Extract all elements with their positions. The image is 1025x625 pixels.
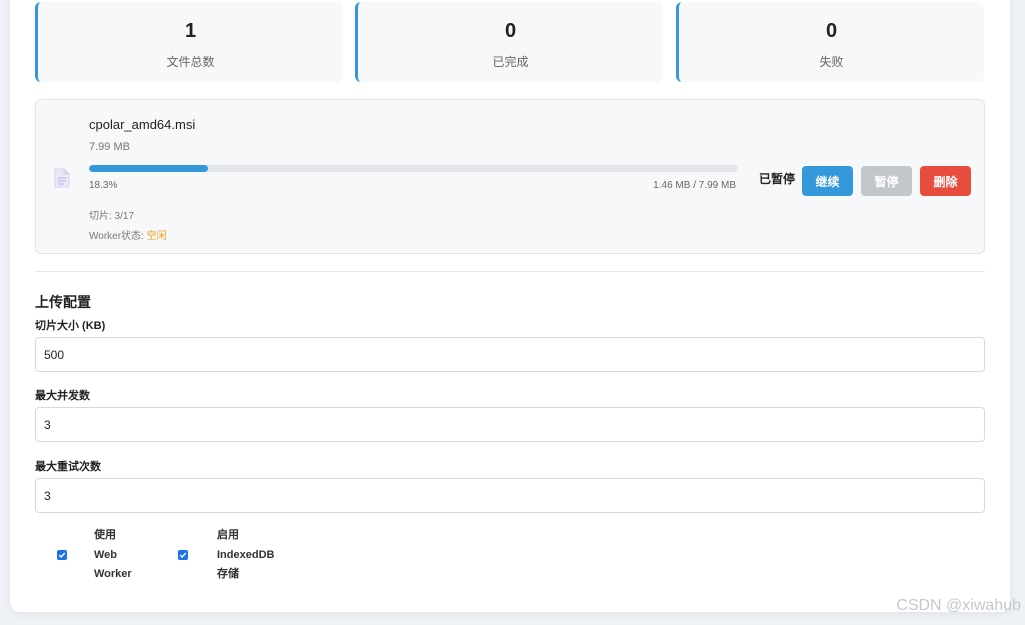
upload-status: 已暂停 [759,172,796,186]
indexeddb-label-line: 存储 [217,568,239,580]
check-icon [179,552,187,559]
max-concurrency-label: 最大并发数 [35,390,90,402]
progress-bar [89,165,738,172]
web-worker-label-line: 使用 [94,529,116,541]
stat-label: 文件总数 [166,55,215,69]
progress-fill [89,165,208,172]
web-worker-label-line: Web [94,548,118,561]
worker-status: Worker状态: 空闲 [89,227,167,242]
transferred-size: 1.46 MB / 7.99 MB [653,180,736,191]
web-worker-label: 使用 Web Worker [94,526,132,585]
pause-button[interactable]: 暂停 [861,166,912,196]
stat-completed: 0 已完成 [355,2,663,82]
stat-failed: 0 失败 [676,2,984,82]
chunk-count: 切片: 3/17 [89,211,135,222]
file-name: cpolar_amd64.msi [89,117,196,132]
file-size: 7.99 MB [89,141,130,153]
delete-button[interactable]: 删除 [920,166,971,196]
worker-state: 空闲 [146,231,167,242]
stat-value: 0 [825,20,838,42]
stat-label: 已完成 [492,55,529,69]
stat-value: 1 [184,20,197,42]
web-worker-checkbox[interactable] [57,550,67,560]
indexeddb-label-line: IndexedDB [217,548,275,561]
web-worker-label-line: Worker [94,568,132,580]
chunk-size-input[interactable] [35,337,985,372]
section-divider [35,271,985,272]
indexeddb-label-line: 启用 [217,529,239,541]
stat-total-files: 1 文件总数 [35,2,343,82]
stat-value: 0 [504,20,517,42]
indexeddb-checkbox[interactable] [178,550,188,560]
document-icon [54,168,70,188]
max-concurrency-input[interactable] [35,407,985,442]
progress-percent: 18.3% [89,180,118,191]
file-item: cpolar_amd64.msi 7.99 MB 18.3% 1.46 MB /… [35,99,985,254]
stat-label: 失败 [819,55,844,69]
watermark: CSDN @xiwahub [896,597,1021,614]
config-title: 上传配置 [35,294,91,310]
resume-button[interactable]: 继续 [802,166,853,196]
uploader-card [10,0,1010,612]
max-retries-label: 最大重试次数 [35,461,101,473]
worker-status-label: Worker状态: [89,231,147,242]
chunk-size-label: 切片大小 (KB) [35,320,106,332]
stats-row: 1 文件总数 0 已完成 0 失败 [35,2,985,82]
check-icon [58,552,66,559]
indexeddb-label: 启用 IndexedDB 存储 [217,526,274,585]
max-retries-input[interactable] [35,478,985,513]
